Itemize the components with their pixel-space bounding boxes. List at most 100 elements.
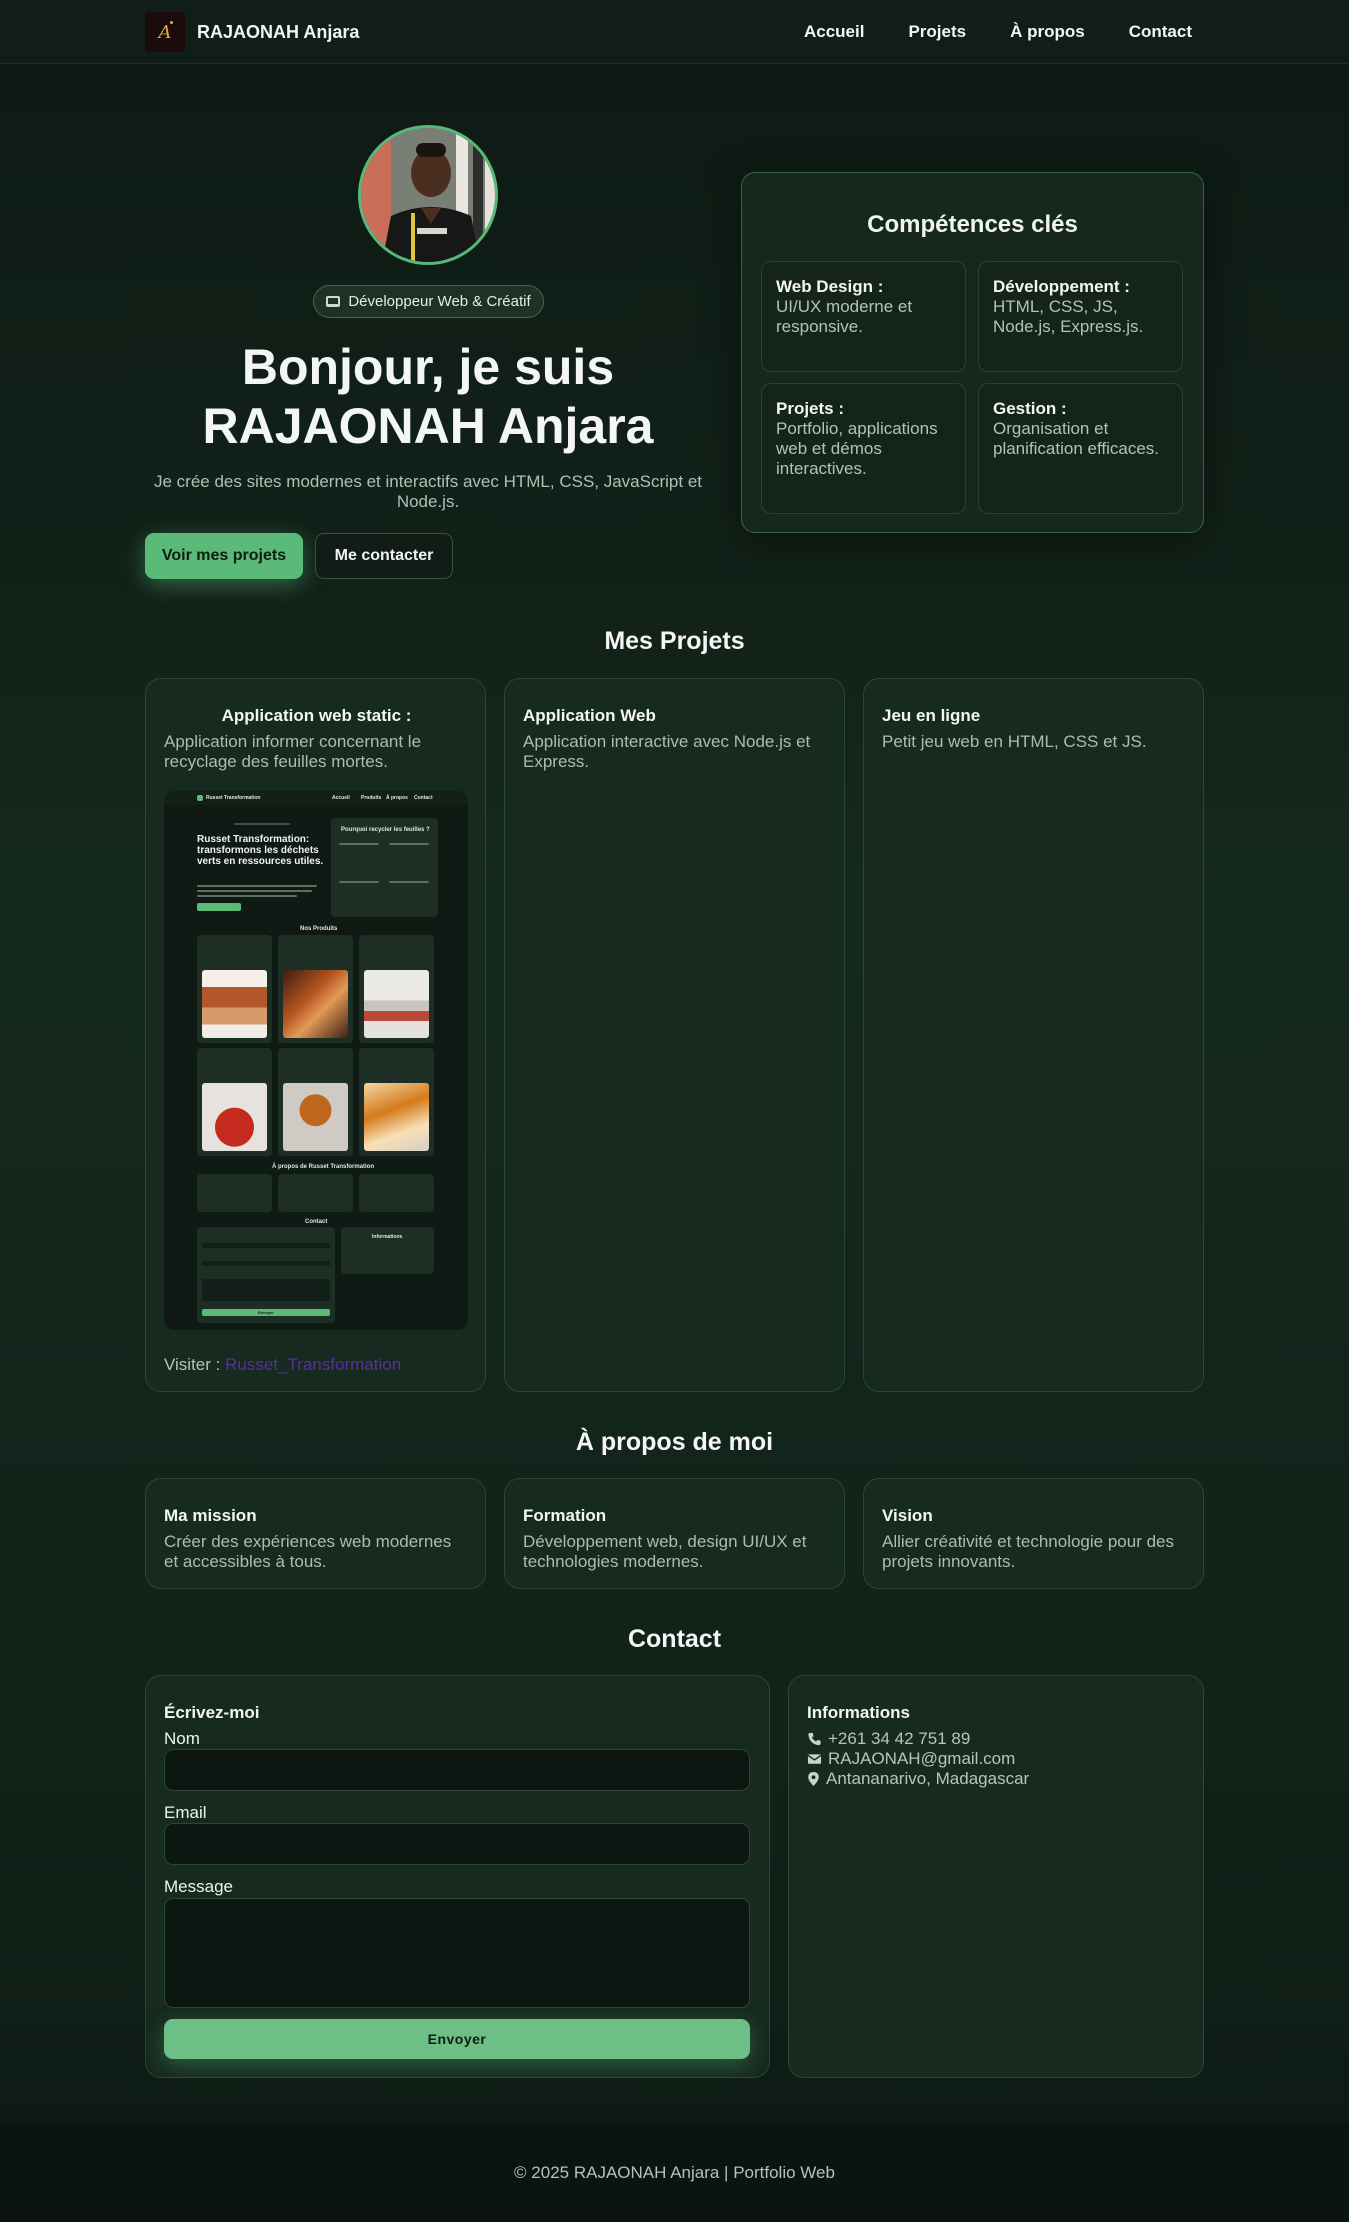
logo-letter: A: [158, 21, 172, 43]
contact-me-button[interactable]: Me contacter: [315, 533, 453, 579]
project-preview-screenshot: Russet Transformation Accueil Produits À…: [164, 791, 468, 1330]
role-badge-text: Développeur Web & Créatif: [348, 293, 531, 310]
preview-product-image: [283, 970, 348, 1038]
about-card: Vision Allier créativité et technologie …: [863, 1478, 1204, 1589]
message-label: Message: [164, 1877, 233, 1896]
skill-card: Développement : HTML, CSS, JS, Node.js, …: [978, 261, 1183, 372]
location-text: Antananarivo, Madagascar: [826, 1769, 1030, 1788]
nav-link-projets[interactable]: Projets: [908, 22, 966, 42]
preview-line: [197, 890, 312, 892]
preview-product-image: [364, 1083, 429, 1151]
preview-nav-link: À propos: [386, 795, 408, 801]
about-card: Ma mission Créer des expériences web mod…: [145, 1478, 486, 1589]
skill-text: Portfolio, applications web et démos int…: [776, 419, 938, 478]
about-card-text: Allier créativité et technologie pour de…: [882, 1532, 1174, 1571]
email-address: RAJAONAH@gmail.com: [828, 1749, 1016, 1768]
skills-title: Compétences clés: [867, 211, 1078, 238]
about-card: Formation Développement web, design UI/U…: [504, 1478, 845, 1589]
hero-title: Bonjour, je suis RAJAONAH Anjara: [145, 338, 711, 456]
preview-nav-link: Accueil: [332, 795, 350, 801]
navbar: A RAJAONAH Anjara Accueil Projets À prop…: [0, 0, 1349, 64]
location-info: Antananarivo, Madagascar: [807, 1769, 1029, 1789]
form-title: Écrivez-moi: [164, 1703, 260, 1722]
nav-link-a-propos[interactable]: À propos: [1010, 22, 1085, 42]
logo-dot: [170, 21, 173, 24]
email-input[interactable]: [164, 1823, 750, 1865]
skills-panel: Compétences clés Web Design : UI/UX mode…: [741, 172, 1204, 533]
project-title: Application web static :: [221, 706, 412, 725]
name-input[interactable]: [164, 1749, 750, 1791]
phone-icon: [808, 1732, 821, 1746]
map-pin-icon: [808, 1772, 819, 1786]
brand[interactable]: A RAJAONAH Anjara: [145, 12, 359, 52]
preview-hero-title: Russet Transformation: transformons les …: [197, 834, 324, 867]
skill-card: Gestion : Organisation et planification …: [978, 383, 1183, 514]
brand-name: RAJAONAH Anjara: [197, 21, 360, 42]
preview-nav-link: Produits: [361, 795, 382, 801]
preview-product-image: [202, 1083, 267, 1151]
laptop-icon: [326, 296, 341, 307]
project-card: Jeu en ligne Petit jeu web en HTML, CSS …: [863, 678, 1204, 1392]
preview-line: [339, 843, 379, 845]
skill-card: Web Design : UI/UX moderne et responsive…: [761, 261, 966, 372]
skill-text: HTML, CSS, JS, Node.js, Express.js.: [993, 297, 1144, 336]
contact-form-card: Écrivez-moi Nom Email Message Envoyer: [145, 1675, 770, 2078]
project-description: Petit jeu web en HTML, CSS et JS.: [882, 732, 1147, 751]
preview-field: [202, 1261, 330, 1266]
name-label: Nom: [164, 1729, 200, 1748]
preview-submit-label: Envoyer: [258, 1310, 274, 1315]
project-title: Application Web: [523, 706, 656, 725]
skill-title: Gestion :: [993, 399, 1067, 418]
skill-title: Projets :: [776, 399, 845, 418]
preview-line: [339, 881, 379, 883]
preview-products-title: Nos Produits: [300, 926, 338, 932]
preview-about-card: [359, 1174, 434, 1212]
about-card-title: Formation: [523, 1506, 607, 1525]
about-card-text: Développement web, design UI/UX et techn…: [523, 1532, 807, 1571]
phone-info: +261 34 42 751 89: [807, 1729, 970, 1749]
send-button[interactable]: Envoyer: [164, 2019, 750, 2059]
preview-logo: [197, 795, 203, 801]
email-label: Email: [164, 1803, 207, 1822]
preview-line: [197, 885, 317, 887]
nav-link-accueil[interactable]: Accueil: [804, 22, 864, 42]
preview-nav-link: Contact: [414, 795, 433, 801]
preview-product-image: [364, 970, 429, 1038]
about-card-title: Ma mission: [164, 1506, 257, 1525]
nav-link-contact[interactable]: Contact: [1129, 22, 1192, 42]
preview-about-card: [278, 1174, 353, 1212]
about-card-title: Vision: [882, 1506, 933, 1525]
skill-text: UI/UX moderne et responsive.: [776, 297, 913, 336]
profile-photo: [358, 125, 498, 265]
preview-panel-title: Pourquoi recycler les feuilles ?: [341, 827, 430, 833]
hero-title-line1: Bonjour, je suis: [241, 339, 615, 395]
profile-photo-illustration: [361, 128, 495, 262]
preview-brand: Russet Transformation: [206, 795, 261, 801]
info-title: Informations: [807, 1703, 910, 1722]
russet-transformation-link[interactable]: Russet_Transformation: [225, 1355, 401, 1374]
skill-title: Développement :: [993, 277, 1130, 296]
preview-line: [389, 843, 429, 845]
contact-title: Contact: [627, 1625, 722, 1653]
preview-button: [197, 903, 241, 911]
message-textarea[interactable]: [164, 1898, 750, 2008]
project-visit: Visiter : Russet_Transformation: [164, 1355, 401, 1375]
hero-subtitle: Je crée des sites modernes et interactif…: [154, 472, 702, 511]
preview-line: [389, 881, 429, 883]
preview-info-title: Informations: [372, 1234, 403, 1240]
nav-links: Accueil Projets À propos Contact: [804, 0, 1192, 64]
preview-badge: [234, 823, 290, 825]
footer: © 2025 RAJAONAH Anjara | Portfolio Web: [0, 2123, 1349, 2222]
preview-about-card: [197, 1174, 272, 1212]
project-card: Application web static : Application inf…: [145, 678, 486, 1392]
preview-field: [202, 1279, 330, 1301]
preview-contact-title: Contact: [305, 1219, 328, 1225]
about-card-text: Créer des expériences web modernes et ac…: [164, 1532, 452, 1571]
project-title: Jeu en ligne: [882, 706, 981, 725]
skill-title: Web Design :: [776, 277, 884, 296]
hero-title-line2: RAJAONAH Anjara: [202, 398, 654, 454]
view-projects-button[interactable]: Voir mes projets: [145, 533, 303, 579]
project-description: Application interactive avec Node.js et …: [523, 732, 811, 771]
preview-product-image: [283, 1083, 348, 1151]
preview-about-title: À propos de Russet Transformation: [272, 1164, 375, 1170]
